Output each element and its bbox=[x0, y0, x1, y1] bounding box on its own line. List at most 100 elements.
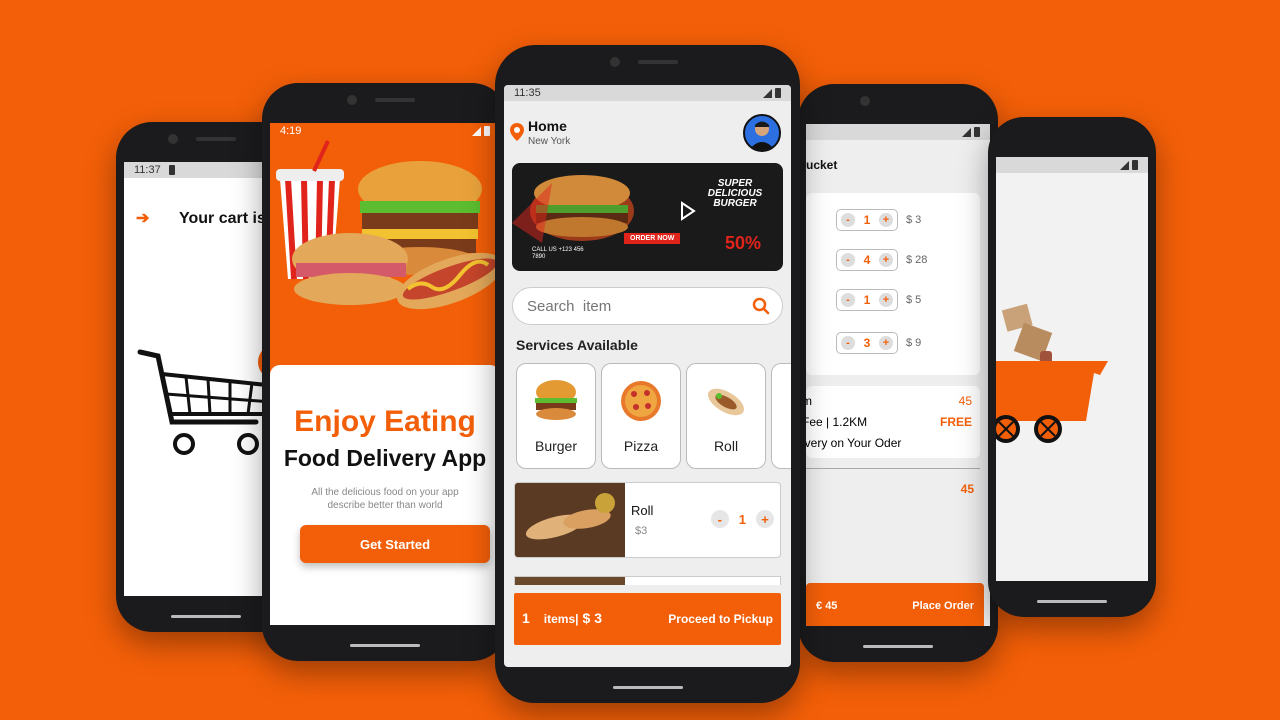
bucket-row: - 1 + $ 3 bbox=[836, 209, 921, 231]
status-time: 11:35 bbox=[514, 87, 541, 99]
camera bbox=[168, 134, 178, 144]
back-arrow-icon[interactable]: ➔ bbox=[136, 208, 149, 228]
plus-button[interactable]: + bbox=[879, 336, 893, 350]
banner-call: CALL US +123 456 7890 bbox=[532, 247, 584, 260]
welcome-card: Enjoy Eating Food Delivery App All the d… bbox=[270, 365, 500, 625]
search-icon[interactable] bbox=[752, 297, 770, 315]
plus-button[interactable]: + bbox=[879, 213, 893, 227]
service-card-roll[interactable]: Roll bbox=[686, 363, 766, 469]
banner-title: SUPER DELICIOUS BURGER bbox=[707, 178, 763, 209]
speaker bbox=[375, 98, 415, 102]
promo-banner[interactable]: SUPER DELICIOUS BURGER ORDER NOW 50% CAL… bbox=[512, 163, 783, 271]
quantity-stepper[interactable]: - 1 + bbox=[836, 209, 898, 231]
discount-badge: 50% bbox=[724, 233, 761, 253]
services-title: Services Available bbox=[516, 337, 638, 353]
home-header: Home New York bbox=[504, 101, 791, 163]
phone-welcome: 4:19 Enjoy Eating Food Delivery App All … bbox=[262, 83, 508, 661]
status-bar: 11:35 bbox=[504, 85, 791, 101]
home-indicator bbox=[1037, 600, 1107, 603]
quantity-stepper[interactable]: - 3 + bbox=[836, 332, 898, 354]
camera bbox=[860, 96, 870, 106]
get-started-button[interactable]: Get Started bbox=[300, 525, 490, 563]
roll-icon bbox=[707, 388, 745, 416]
subheadline: Food Delivery App bbox=[283, 445, 487, 471]
order-summary: m 45 Fee | 1.2KM FREE ivery on Your Oder bbox=[806, 386, 980, 458]
delivery-fee-label: Fee | 1.2KM bbox=[806, 415, 868, 429]
home-indicator bbox=[612, 686, 683, 689]
service-card-partial[interactable] bbox=[771, 363, 791, 469]
cart-total: $ 3 bbox=[582, 610, 602, 626]
proceed-bar[interactable]: 1 items| $ 3 Proceed to Pickup bbox=[514, 593, 781, 645]
order-now-button[interactable]: ORDER NOW bbox=[624, 233, 681, 244]
minus-button[interactable]: - bbox=[841, 253, 855, 267]
bucket-title: ucket bbox=[806, 158, 838, 172]
status-bar bbox=[806, 124, 990, 140]
signal-icon bbox=[763, 88, 772, 98]
screen bbox=[996, 157, 1148, 581]
bucket-row: - 3 + $ 9 bbox=[836, 332, 921, 354]
signal-icon bbox=[472, 126, 481, 136]
signal-icon bbox=[962, 127, 971, 137]
summary-row: ivery on Your Oder bbox=[806, 436, 972, 450]
service-card-burger[interactable]: Burger bbox=[516, 363, 596, 469]
burger-icon bbox=[535, 380, 577, 420]
cart-item: Roll $3 - 1 + bbox=[514, 482, 781, 558]
row-price: $ 3 bbox=[906, 214, 922, 226]
food-illustration bbox=[276, 140, 500, 310]
battery-icon bbox=[168, 165, 175, 175]
row-price: $ 5 bbox=[906, 294, 922, 306]
item-image bbox=[515, 483, 625, 557]
quantity-stepper[interactable]: - 4 + bbox=[836, 249, 898, 271]
signal-icon bbox=[1120, 160, 1129, 170]
summary-row: m 45 bbox=[806, 394, 972, 408]
status-time: 4:19 bbox=[280, 125, 302, 137]
item-count: 1 bbox=[522, 610, 530, 626]
hero-image bbox=[270, 139, 500, 381]
description: All the delicious food on your app descr… bbox=[311, 487, 459, 511]
avatar[interactable] bbox=[743, 114, 781, 152]
service-card-pizza[interactable]: Pizza bbox=[601, 363, 681, 469]
status-time: 11:37 bbox=[134, 164, 161, 176]
quantity-value: 4 bbox=[863, 253, 871, 267]
status-bar: 4:19 bbox=[270, 123, 500, 139]
summary-item-label: m bbox=[806, 394, 812, 408]
place-order-button[interactable]: Place Order bbox=[912, 600, 974, 612]
battery-icon bbox=[484, 126, 490, 136]
quantity-value: 1 bbox=[863, 293, 871, 307]
place-total: € 45 bbox=[816, 600, 838, 612]
quantity-stepper[interactable]: - 1 + bbox=[710, 510, 774, 528]
delivery-note: ivery on Your Oder bbox=[806, 436, 902, 450]
bucket-body: ucket - 1 + $ 3 - 4 + $ 28 - 1 + $ 5 - 3… bbox=[806, 140, 990, 626]
place-order-bar[interactable]: € 45 Place Order bbox=[806, 583, 984, 626]
row-price: $ 9 bbox=[906, 337, 922, 349]
divider bbox=[806, 468, 980, 469]
screen: 11:35 Home New York SUPER DELICIOUS BURG… bbox=[504, 85, 791, 667]
item-price: $3 bbox=[635, 525, 648, 537]
minus-button[interactable]: - bbox=[841, 336, 855, 350]
delivery-cart-icon bbox=[996, 297, 1126, 462]
minus-button[interactable]: - bbox=[841, 213, 855, 227]
phone-home: 11:35 Home New York SUPER DELICIOUS BURG… bbox=[495, 45, 800, 703]
plus-button[interactable]: + bbox=[879, 293, 893, 307]
delivery-fee-value: FREE bbox=[939, 415, 972, 429]
cart-item-partial bbox=[514, 576, 781, 585]
camera bbox=[609, 57, 620, 67]
pizza-icon bbox=[621, 381, 661, 421]
speaker bbox=[637, 60, 678, 64]
plus-button[interactable]: + bbox=[879, 253, 893, 267]
search-input[interactable] bbox=[525, 296, 752, 316]
summary-item-value: 45 bbox=[958, 394, 972, 408]
camera bbox=[347, 95, 357, 105]
quantity-value: 1 bbox=[738, 511, 746, 527]
screen: 4:19 Enjoy Eating Food Delivery App All … bbox=[270, 123, 500, 625]
proceed-to-pickup-button[interactable]: Proceed to Pickup bbox=[668, 612, 773, 626]
plus-button[interactable]: + bbox=[756, 510, 774, 528]
bucket-row: - 1 + $ 5 bbox=[836, 289, 921, 311]
minus-button[interactable]: - bbox=[841, 293, 855, 307]
items-label: items| bbox=[543, 612, 579, 626]
location-label[interactable]: Home bbox=[528, 118, 567, 134]
search-bar[interactable] bbox=[512, 287, 783, 325]
quantity-stepper[interactable]: - 1 + bbox=[836, 289, 898, 311]
minus-button[interactable]: - bbox=[710, 510, 729, 528]
location-pin-icon[interactable] bbox=[510, 123, 524, 141]
